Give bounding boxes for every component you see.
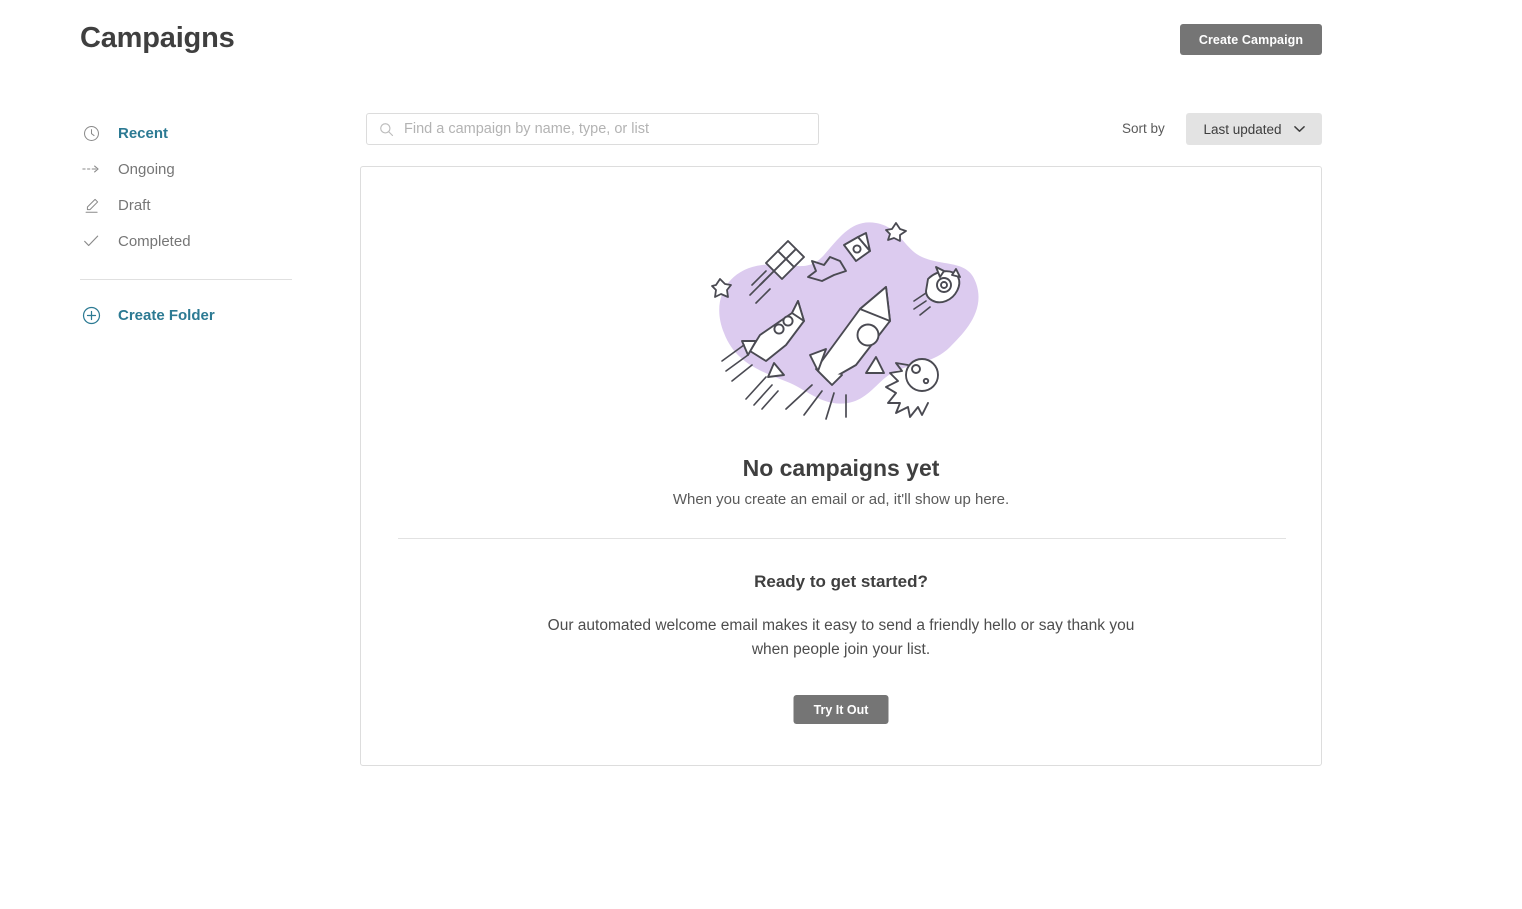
- campaigns-page: Campaigns Create Campaign Recent Ongoing: [0, 0, 1522, 909]
- search-input[interactable]: [404, 121, 804, 137]
- sidebar-item-label: Completed: [118, 232, 191, 250]
- arrow-dashed-icon: [80, 158, 102, 180]
- sidebar-item-recent[interactable]: Recent: [80, 115, 292, 151]
- sidebar-item-completed[interactable]: Completed: [80, 223, 292, 259]
- try-it-out-button[interactable]: Try It Out: [793, 695, 889, 724]
- cta-title: Ready to get started?: [754, 572, 928, 591]
- sidebar: Recent Ongoing Draft Completed Create Fo…: [80, 115, 292, 326]
- clock-icon: [80, 122, 102, 144]
- rockets-space-illustration: [700, 213, 982, 430]
- sidebar-divider: [80, 279, 292, 280]
- sidebar-item-label: Draft: [118, 196, 151, 214]
- create-campaign-button[interactable]: Create Campaign: [1180, 24, 1322, 55]
- card-divider: [398, 538, 1286, 539]
- sidebar-item-draft[interactable]: Draft: [80, 187, 292, 223]
- sort-by-select[interactable]: Last updated: [1186, 113, 1322, 145]
- page-title: Campaigns: [80, 22, 235, 54]
- create-folder-label: Create Folder: [118, 306, 215, 324]
- cta-body: Our automated welcome email makes it eas…: [547, 617, 1135, 658]
- sort-by-label: Sort by: [1122, 121, 1165, 136]
- sidebar-item-label: Recent: [118, 124, 169, 142]
- sort-by-value: Last updated: [1203, 121, 1282, 137]
- search-icon: [379, 122, 394, 137]
- search-field[interactable]: [366, 113, 819, 145]
- empty-state-title: No campaigns yet: [742, 455, 940, 481]
- plus-circle-icon: [80, 304, 102, 326]
- create-folder-button[interactable]: Create Folder: [80, 304, 292, 326]
- sidebar-item-label: Ongoing: [118, 160, 175, 178]
- pencil-icon: [80, 194, 102, 216]
- empty-state-subtitle: When you create an email or ad, it'll sh…: [672, 491, 1010, 508]
- empty-state-card: No campaigns yet When you create an emai…: [360, 166, 1322, 766]
- sidebar-item-ongoing[interactable]: Ongoing: [80, 151, 292, 187]
- check-icon: [80, 230, 102, 252]
- chevron-down-icon: [1293, 120, 1305, 138]
